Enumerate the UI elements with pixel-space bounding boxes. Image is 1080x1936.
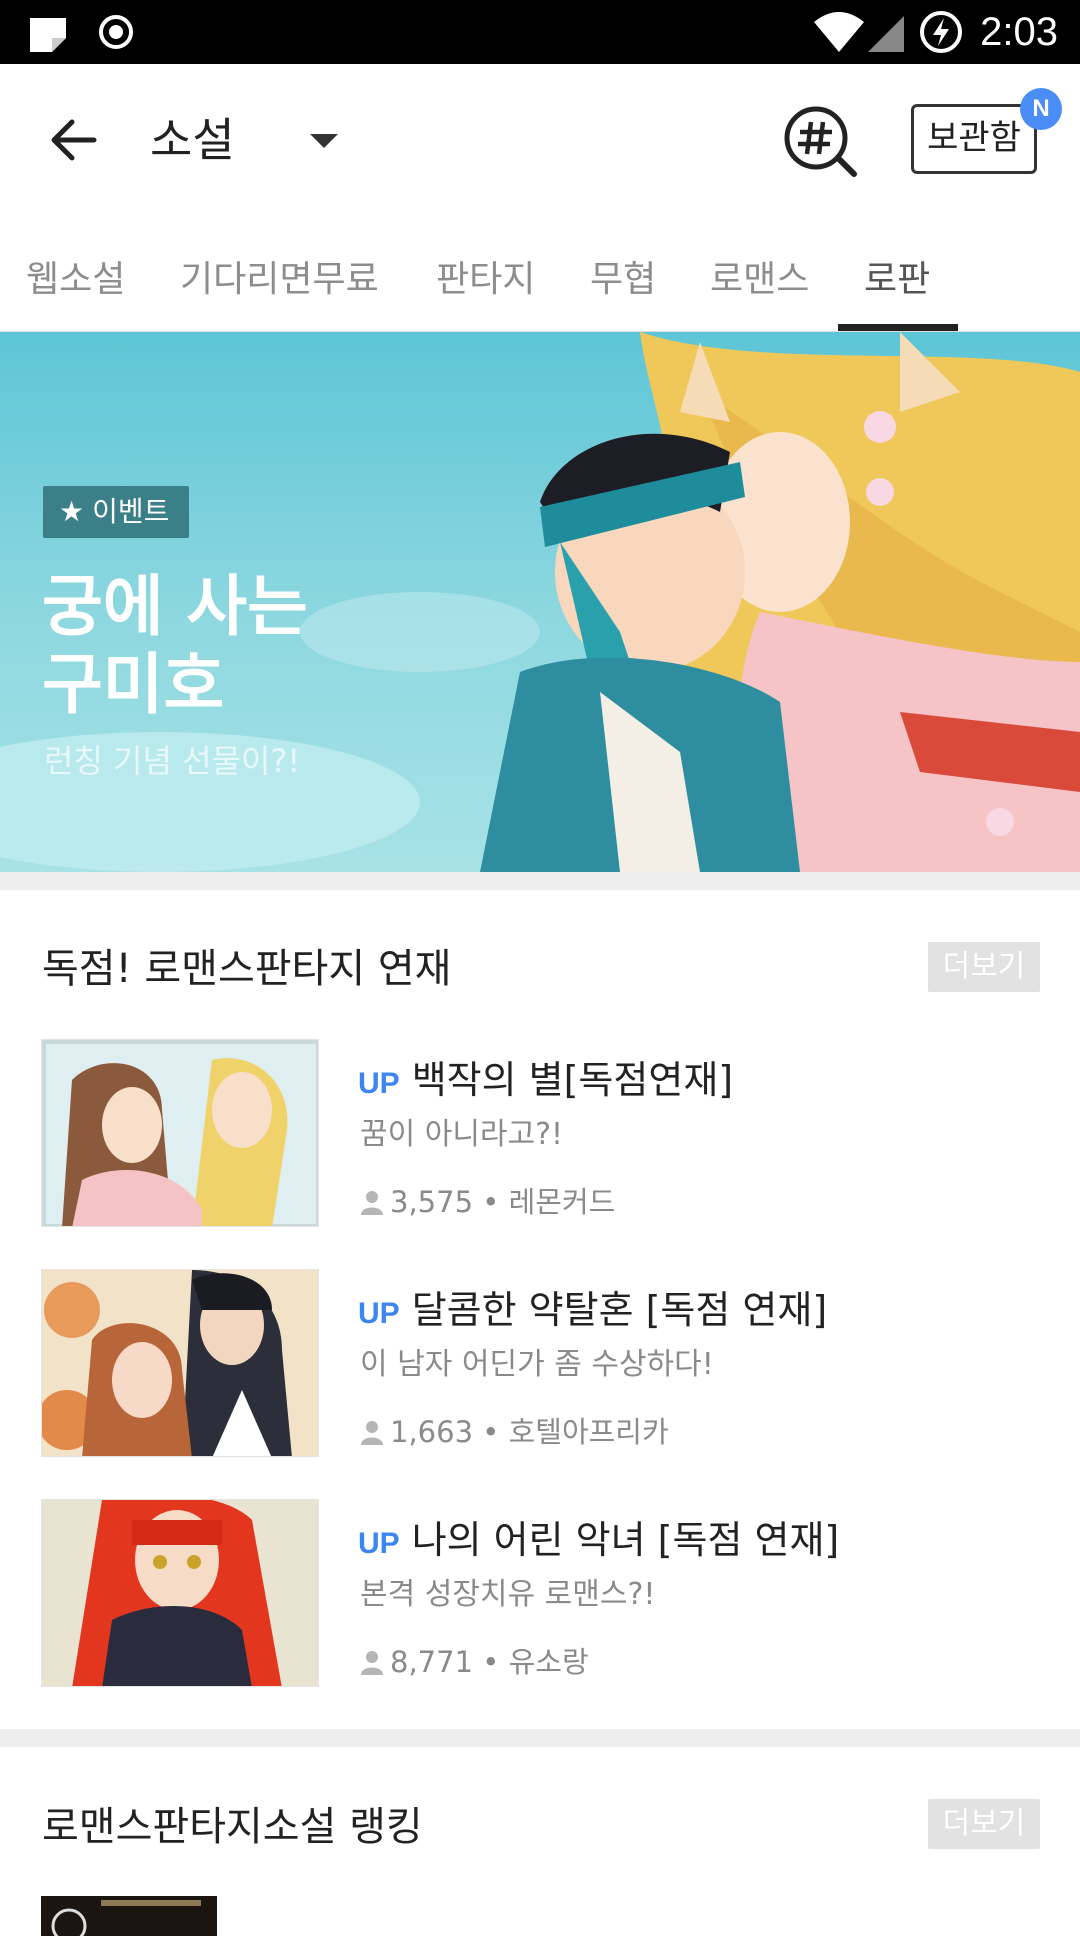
item-title: UP 달콤한 약탈혼 [독점 연재] (358, 1279, 827, 1334)
author-name: 유소랑 (508, 1645, 589, 1679)
event-tag: ★ 이벤트 (43, 486, 190, 538)
item-description: 본격 성장치유 로맨스?! (360, 1577, 656, 1612)
signal-icon (868, 16, 904, 52)
author-name: 레몬커드 (508, 1185, 616, 1219)
up-badge: UP (358, 1297, 400, 1330)
list-item[interactable]: UP 나의 어린 악녀 [독점 연재] 본격 성장치유 로맨스?! 8,771 •… (0, 1499, 1080, 1689)
wifi-icon (814, 12, 864, 52)
star-icon: ★ (59, 495, 85, 528)
status-time: 2:03 (980, 10, 1058, 54)
cover-thumbnail (41, 1039, 319, 1227)
view-count: 8,771 (390, 1645, 474, 1679)
section-title: 로맨스판타지소설 랭킹 (42, 1804, 423, 1850)
tab-romance-fantasy[interactable]: 로판 (864, 250, 930, 302)
library-button[interactable]: 보관함 (911, 104, 1037, 174)
banner-title: 궁에 사는 구미호 (42, 568, 308, 723)
event-banner[interactable]: ★ 이벤트 궁에 사는 구미호 런칭 기념 선물이?! (0, 332, 1080, 872)
more-button[interactable]: 더보기 (928, 942, 1040, 992)
item-meta: 3,575 • 레몬커드 (360, 1179, 615, 1221)
item-title-text: 나의 어린 악녀 [독점 연재] (411, 1518, 840, 1562)
record-icon (99, 15, 133, 49)
tab-martial-arts[interactable]: 무협 (590, 250, 656, 302)
up-badge: UP (358, 1527, 400, 1560)
tab-webnovel[interactable]: 웹소설 (26, 250, 125, 302)
item-meta: 8,771 • 유소랑 (360, 1639, 589, 1681)
meta-separator: • (473, 1645, 509, 1679)
item-title-text: 백작의 별[독점연재] (411, 1058, 734, 1102)
page-title[interactable]: 소설 (150, 104, 235, 170)
item-description: 꿈이 아니라고?! (360, 1117, 564, 1152)
item-meta: 1,663 • 호텔아프리카 (360, 1409, 669, 1451)
chevron-down-icon[interactable] (304, 126, 344, 156)
person-icon (361, 1421, 383, 1445)
list-item[interactable]: UP 달콤한 약탈혼 [독점 연재] 이 남자 어딘가 좀 수상하다! 1,663… (0, 1269, 1080, 1459)
view-count: 3,575 (390, 1185, 474, 1219)
list-item[interactable]: UP 백작의 별[독점연재] 꿈이 아니라고?! 3,575 • 레몬커드 (0, 1039, 1080, 1229)
battery-charging-icon (920, 11, 962, 53)
person-icon (361, 1651, 383, 1675)
section-divider (0, 1729, 1080, 1747)
event-tag-label: 이벤트 (92, 495, 170, 528)
item-title-text: 달콤한 약탈혼 [독점 연재] (411, 1288, 828, 1332)
ranking-thumbnail[interactable] (41, 1896, 217, 1936)
item-title: UP 백작의 별[독점연재] (358, 1049, 733, 1104)
category-tabs: 웹소설 기다리면무료 판타지 무협 로맨스 로판 (0, 214, 1080, 332)
more-button[interactable]: 더보기 (928, 1799, 1040, 1849)
status-bar: 2:03 (0, 0, 1080, 64)
cover-thumbnail (41, 1499, 319, 1687)
active-tab-indicator (838, 324, 958, 331)
notification-note-icon (30, 18, 66, 52)
tab-romance[interactable]: 로맨스 (710, 250, 809, 302)
app-header: 소설 보관함 N (0, 64, 1080, 214)
up-badge: UP (358, 1067, 400, 1100)
meta-separator: • (473, 1415, 509, 1449)
cover-thumbnail (41, 1269, 319, 1457)
section-divider (0, 872, 1080, 890)
item-title: UP 나의 어린 악녀 [독점 연재] (358, 1509, 839, 1564)
tab-wait-free[interactable]: 기다리면무료 (180, 250, 379, 302)
author-name: 호텔아프리카 (508, 1415, 669, 1449)
section-title: 독점! 로맨스판타지 연재 (42, 946, 452, 992)
item-description: 이 남자 어딘가 좀 수상하다! (360, 1347, 714, 1382)
view-count: 1,663 (390, 1415, 474, 1449)
meta-separator: • (473, 1185, 509, 1219)
hashtag-search-icon[interactable] (782, 104, 862, 180)
new-badge: N (1020, 88, 1062, 130)
banner-subtitle: 런칭 기념 선물이?! (44, 742, 301, 780)
person-icon (361, 1191, 383, 1215)
tab-fantasy[interactable]: 판타지 (436, 250, 535, 302)
back-arrow-icon[interactable] (44, 108, 108, 172)
